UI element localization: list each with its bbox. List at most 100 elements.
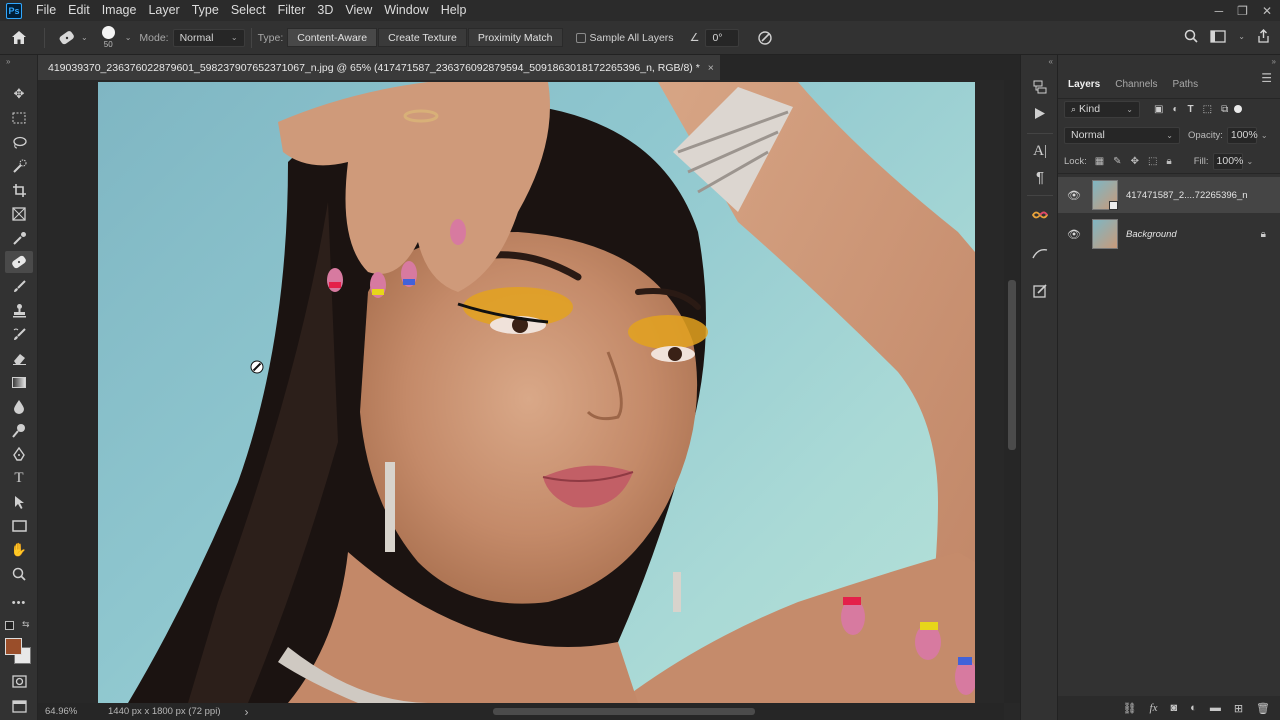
close-window-icon[interactable]: ✕ — [1262, 4, 1272, 18]
home-icon[interactable] — [0, 30, 38, 45]
fill-input[interactable]: 100% — [1212, 152, 1243, 170]
menu-edit[interactable]: Edit — [62, 0, 96, 21]
visibility-eye-icon[interactable]: 👁︎ — [1066, 228, 1082, 241]
zoom-level[interactable]: 64.96% — [45, 706, 101, 717]
foreground-color-swatch[interactable] — [5, 638, 22, 655]
close-tab-icon[interactable]: × — [708, 62, 714, 74]
document-tab[interactable]: 419039370_236376022879601_59823790765237… — [38, 55, 720, 80]
brush-size-picker[interactable]: 50 — [101, 26, 115, 49]
workspace-icon[interactable] — [1210, 29, 1226, 43]
type-tool-icon[interactable]: T — [5, 467, 33, 489]
history-panel-icon[interactable] — [1030, 77, 1050, 97]
proximity-match-button[interactable]: Proximity Match — [467, 28, 563, 47]
link-layers-icon[interactable]: ⛓ — [1123, 702, 1137, 715]
quick-selection-tool-icon[interactable] — [5, 155, 33, 177]
menu-image[interactable]: Image — [96, 0, 143, 21]
lock-position-icon[interactable]: ✥ — [1131, 156, 1139, 167]
healing-brush-preset-icon[interactable]: ⌄ — [57, 30, 88, 46]
actions-play-icon[interactable] — [1030, 103, 1050, 123]
horizontal-scroll-thumb[interactable] — [493, 708, 755, 715]
screen-mode-icon[interactable] — [5, 695, 33, 717]
layer-row[interactable]: 👁︎ Background 🔒︎ — [1058, 216, 1280, 252]
rectangle-tool-icon[interactable] — [5, 515, 33, 537]
collapse-arrows-icon[interactable]: » — [6, 57, 10, 66]
menu-filter[interactable]: Filter — [272, 0, 312, 21]
menu-view[interactable]: View — [339, 0, 378, 21]
pressure-size-icon[interactable] — [757, 30, 773, 46]
menu-layer[interactable]: Layer — [142, 0, 185, 21]
gradient-tool-icon[interactable] — [5, 371, 33, 393]
panel-menu-icon[interactable]: ☰ — [1261, 71, 1272, 85]
tab-channels[interactable]: Channels — [1109, 79, 1166, 98]
create-texture-button[interactable]: Create Texture — [378, 28, 467, 47]
filter-kind-select[interactable]: ⌕ Kind ⌄ — [1064, 100, 1140, 118]
chevron-down-icon[interactable]: ⌄ — [1238, 32, 1245, 41]
eyedropper-tool-icon[interactable] — [5, 227, 33, 249]
paragraph-panel-icon[interactable]: ¶ — [1030, 167, 1050, 187]
properties-panel-icon[interactable] — [1030, 281, 1050, 301]
lock-all-icon[interactable]: 🔒︎ — [1166, 156, 1171, 167]
history-brush-tool-icon[interactable] — [5, 323, 33, 345]
blur-tool-icon[interactable] — [5, 395, 33, 417]
pen-tool-icon[interactable] — [5, 443, 33, 465]
default-colors-icon[interactable] — [5, 621, 14, 630]
layer-effects-icon[interactable]: fx — [1150, 702, 1158, 714]
menu-file[interactable]: File — [30, 0, 62, 21]
vertical-scroll-thumb[interactable] — [1008, 280, 1016, 450]
swap-colors-icon[interactable]: ⇆ — [22, 619, 30, 630]
new-layer-icon[interactable]: ⊞ — [1234, 702, 1243, 715]
more-tools-icon[interactable]: ••• — [5, 592, 33, 614]
dodge-tool-icon[interactable] — [5, 419, 33, 441]
libraries-panel-icon[interactable] — [1030, 205, 1050, 225]
character-panel-icon[interactable]: A| — [1030, 141, 1050, 161]
opacity-input[interactable]: 100% — [1226, 126, 1258, 144]
clone-stamp-tool-icon[interactable] — [5, 299, 33, 321]
filter-toggle-icon[interactable] — [1234, 105, 1243, 113]
crop-tool-icon[interactable] — [5, 179, 33, 201]
minimize-icon[interactable]: ─ — [1215, 4, 1224, 18]
brush-tool-icon[interactable] — [5, 275, 33, 297]
canvas-area[interactable] — [38, 80, 1004, 703]
vertical-scrollbar[interactable] — [1004, 80, 1020, 703]
chevron-down-icon[interactable]: ⌄ — [1261, 131, 1268, 140]
photo-canvas[interactable] — [98, 82, 975, 703]
menu-window[interactable]: Window — [378, 0, 434, 21]
lasso-tool-icon[interactable] — [5, 131, 33, 153]
restore-icon[interactable]: ❐ — [1237, 4, 1248, 18]
move-tool-icon[interactable]: ✥ — [5, 83, 33, 105]
chevron-down-icon[interactable]: ⌄ — [1247, 157, 1254, 166]
status-menu-arrow-icon[interactable]: › — [245, 705, 249, 719]
delete-layer-icon[interactable]: 🗑︎ — [1256, 702, 1270, 715]
lock-artboard-icon[interactable]: ⬚ — [1148, 156, 1157, 167]
shape-filter-icon[interactable]: ⬚ — [1203, 104, 1212, 115]
blend-mode-select[interactable]: Normal ⌄ — [1064, 126, 1180, 144]
collapse-arrows-icon[interactable]: « — [1049, 57, 1053, 66]
smart-object-filter-icon[interactable]: ⧉ — [1221, 104, 1228, 115]
chevron-down-icon[interactable]: ⌄ — [125, 33, 132, 42]
tab-layers[interactable]: Layers — [1062, 79, 1109, 98]
share-icon[interactable] — [1257, 29, 1270, 43]
new-group-icon[interactable]: ▬ — [1210, 702, 1221, 714]
hand-tool-icon[interactable]: ✋ — [5, 539, 33, 561]
quick-mask-icon[interactable] — [5, 670, 33, 692]
frame-tool-icon[interactable] — [5, 203, 33, 225]
adjustments-curves-icon[interactable] — [1030, 243, 1050, 263]
tab-paths[interactable]: Paths — [1167, 79, 1208, 98]
type-filter-icon[interactable]: T — [1188, 104, 1194, 115]
eraser-tool-icon[interactable] — [5, 347, 33, 369]
search-icon[interactable] — [1184, 29, 1198, 43]
menu-type[interactable]: Type — [186, 0, 225, 21]
zoom-tool-icon[interactable] — [5, 563, 33, 585]
lock-pixels-icon[interactable]: ✎ — [1113, 156, 1121, 167]
new-adjustment-layer-icon[interactable]: ◐ — [1190, 702, 1197, 714]
lock-transparency-icon[interactable]: ▦ — [1095, 156, 1104, 167]
sample-all-layers-checkbox[interactable] — [575, 32, 586, 43]
layer-name[interactable]: 417471587_2....72265396_n — [1126, 190, 1248, 201]
visibility-eye-icon[interactable]: 👁︎ — [1066, 189, 1082, 202]
path-selection-tool-icon[interactable] — [5, 491, 33, 513]
healing-brush-tool-icon[interactable] — [5, 251, 33, 273]
adjustment-filter-icon[interactable]: ◐ — [1172, 104, 1178, 115]
marquee-tool-icon[interactable] — [5, 107, 33, 129]
layer-row[interactable]: 👁︎ 417471587_2....72265396_n — [1058, 177, 1280, 213]
content-aware-button[interactable]: Content-Aware — [287, 28, 378, 47]
